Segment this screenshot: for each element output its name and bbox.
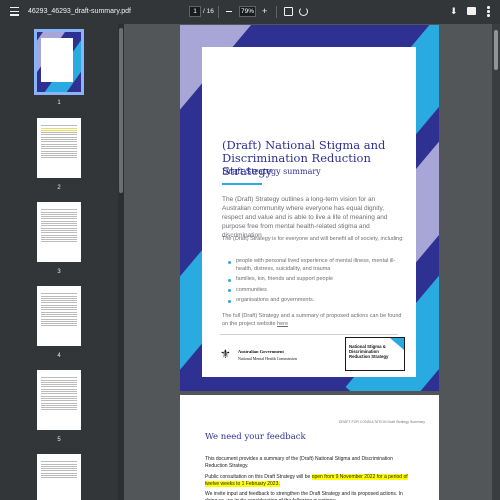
zoom-in-button[interactable]: + [262, 7, 267, 16]
australian-government-logo: ⚜ Australian Government National Mental … [220, 345, 330, 375]
invite-paragraph: We invite input and feedback to strength… [205, 491, 403, 500]
zoom-out-button[interactable] [226, 11, 232, 13]
thumbnail-page-3[interactable] [37, 202, 81, 262]
gov-name: Australian Government [238, 349, 284, 354]
intro-paragraph: The (Draft) Strategy outlines a long-ter… [222, 196, 388, 239]
section-title: We need your feedback [205, 432, 306, 442]
strategy-logo-text: National Stigma & Discrimination Reducti… [349, 344, 389, 359]
list-item: organisations and governments. [228, 297, 404, 305]
page-header: DRAFT FOR CONSULTATION Draft Strategy Su… [338, 420, 425, 424]
audience-list: people with personal lived experience of… [228, 258, 404, 308]
toolbar-divider [218, 6, 219, 18]
thumbnail-number: 2 [57, 185, 61, 191]
thumbnail-number: 5 [57, 437, 61, 443]
consultation-text: Public consultation on this Draft Strate… [205, 474, 312, 480]
title-underline [222, 183, 262, 185]
sidebar-scroll-thumb[interactable] [119, 28, 123, 193]
menu-icon[interactable] [10, 7, 19, 16]
more-vert-icon[interactable] [487, 6, 490, 17]
website-text: The full (Draft) Strategy and a summary … [222, 313, 402, 327]
summary-paragraph: This document provides a summary of the … [205, 456, 393, 469]
list-item: people with personal lived experience of… [228, 258, 404, 273]
website-paragraph: The full (Draft) Strategy and a summary … [222, 313, 402, 328]
audience-paragraph: The (Draft) Strategy is for everyone and… [222, 236, 404, 242]
coat-of-arms-icon: ⚜ [220, 347, 231, 361]
thumbnail-page-6[interactable] [37, 454, 81, 500]
thumbnail-number: 3 [57, 269, 61, 275]
pdf-toolbar: 46293_46293_draft-summary.pdf 1 / 16 79%… [0, 0, 500, 24]
thumbnail-page-5[interactable] [37, 370, 81, 430]
thumbnail-sidebar: 1 2 3 4 5 [0, 24, 118, 500]
file-title: 46293_46293_draft-summary.pdf [28, 8, 131, 15]
main-scroll-thumb[interactable] [494, 30, 498, 70]
fit-to-page-icon[interactable] [284, 7, 293, 16]
thumbnail-page-2[interactable] [37, 118, 81, 178]
pdf-page-2: DRAFT FOR CONSULTATION Draft Strategy Su… [180, 395, 439, 500]
cover-content-card: (Draft) National Stigma and Discriminati… [202, 47, 416, 377]
strategy-logo: National Stigma & Discrimination Reducti… [345, 337, 405, 371]
main-scrollbar[interactable] [492, 24, 500, 500]
list-item: communities [228, 287, 404, 295]
project-website-link[interactable]: here [277, 321, 288, 327]
rotate-icon[interactable] [299, 7, 308, 16]
print-icon[interactable] [467, 7, 476, 15]
thumbnail-page-4[interactable] [37, 286, 81, 346]
divider [220, 334, 398, 335]
thumbnail-number: 4 [57, 353, 61, 359]
list-item: families, kin, friends and support peopl… [228, 276, 404, 284]
pdf-page-1: (Draft) National Stigma and Discriminati… [180, 25, 439, 391]
page-total: / 16 [203, 8, 214, 15]
commission-name: National Mental Health Commission [238, 356, 297, 361]
thumbnail-page-1[interactable] [34, 29, 84, 95]
download-icon[interactable]: ⬇ [450, 6, 458, 17]
consultation-paragraph: Public consultation on this Draft Strate… [205, 474, 413, 487]
zoom-input[interactable]: 79% [239, 6, 256, 17]
toolbar-divider [276, 6, 277, 18]
page-number-input[interactable]: 1 [189, 6, 201, 17]
thumbnail-number: 1 [57, 100, 61, 106]
document-subtitle: Draft Strategy summary [222, 167, 321, 176]
